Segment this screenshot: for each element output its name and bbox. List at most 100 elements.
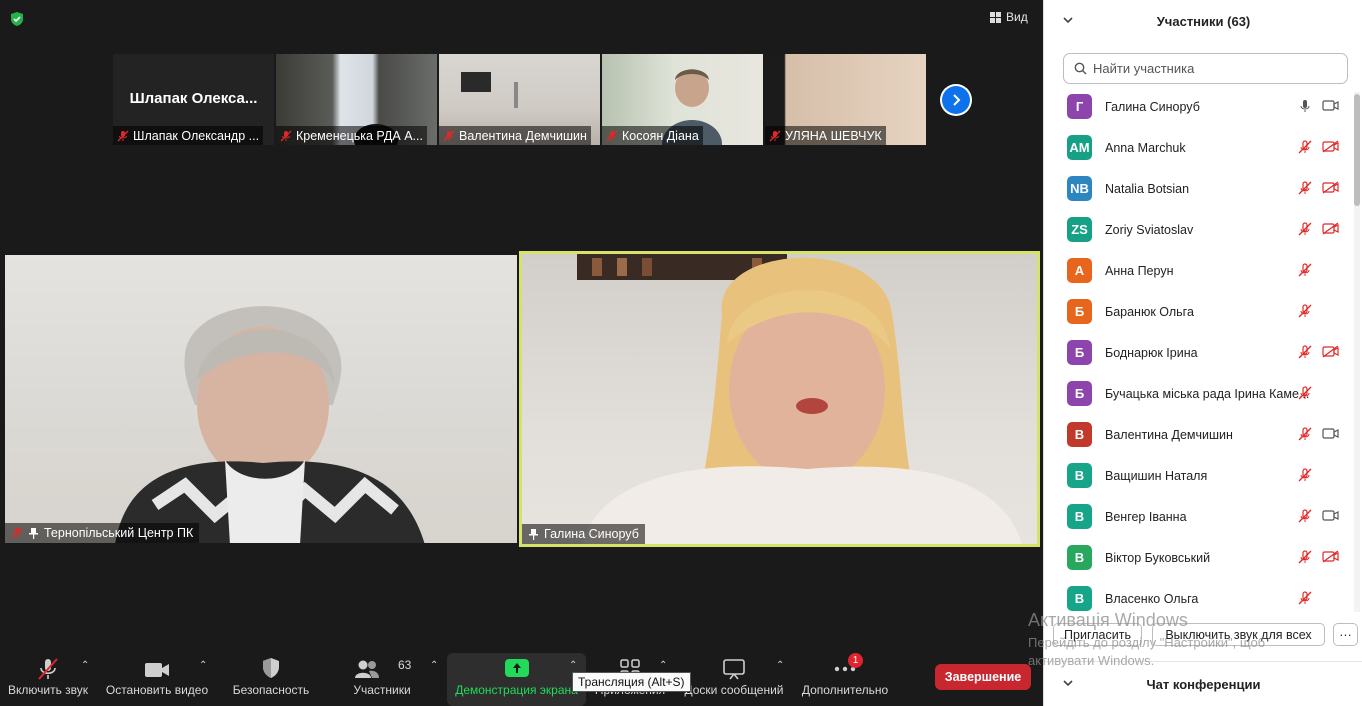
video-camera-icon [1322, 427, 1339, 445]
share-tooltip: Трансляция (Alt+S) [572, 672, 691, 692]
security-label: Безопасность [232, 683, 310, 697]
participant-name: Косоян Діана [622, 128, 699, 143]
participant-name: Анна Перун [1105, 263, 1174, 278]
search-input[interactable] [1093, 61, 1333, 76]
video-off-icon [1322, 222, 1339, 240]
share-options-caret[interactable]: ⌃ [569, 660, 579, 671]
video-name-bar: Галина Синоруб [522, 524, 645, 544]
video-tile-left[interactable]: Тернопільський Центр ПК [5, 255, 517, 543]
participant-search[interactable] [1063, 53, 1348, 84]
chat-panel-title: Чат конференции [1146, 676, 1261, 692]
participants-panel-header: Участники (63) [1044, 0, 1362, 42]
whiteboard-icon [723, 659, 745, 680]
thumbnail-video[interactable]: Кременецька РДА А... [276, 54, 437, 145]
participant-row[interactable]: AM Anna Marchuk [1044, 127, 1352, 168]
video-options-caret[interactable]: ⌃ [199, 660, 209, 671]
view-button[interactable]: Вид [990, 10, 1028, 24]
participant-row[interactable]: В Венгер Іванна [1044, 496, 1352, 537]
avatar: В [1067, 422, 1092, 447]
chevron-down-icon[interactable] [1062, 677, 1074, 689]
muted-mic-icon [1298, 140, 1312, 159]
muted-mic-icon [769, 130, 781, 141]
unmute-label: Включить звук [7, 683, 89, 697]
avatar: Б [1067, 381, 1092, 406]
whiteboards-button[interactable]: Доски сообщений [682, 648, 786, 706]
video-off-icon [1322, 181, 1339, 199]
participant-name: Власенко Ольга [1105, 591, 1199, 606]
more-options-button[interactable]: ··· [1333, 623, 1358, 646]
participant-row[interactable]: В Власенко Ольга [1044, 578, 1352, 613]
end-meeting-button[interactable]: Завершение [935, 664, 1031, 690]
stop-video-button[interactable]: Остановить видео [104, 648, 210, 706]
share-screen-icon [504, 659, 529, 677]
chat-panel-header[interactable]: Чат конференции [1044, 661, 1362, 706]
avatar: В [1067, 586, 1092, 611]
participants-panel: Участники (63) Г Галина Синоруб AM Anna Mar… [1043, 0, 1362, 706]
participant-row[interactable]: В Віктор Буковський [1044, 537, 1352, 578]
thumbnail-name-bar: Шлапак Олександр ... [113, 126, 264, 145]
participant-name: Валентина Демчишин [1105, 427, 1233, 442]
video-name-bar: Тернопільський Центр ПК [5, 523, 200, 543]
invite-button[interactable]: Пригласить [1053, 623, 1142, 646]
encryption-shield-icon[interactable] [9, 11, 25, 27]
participant-silhouette [115, 306, 425, 543]
chevron-right-icon [942, 86, 970, 114]
avatar: В [1067, 545, 1092, 570]
participant-row[interactable]: Б Бучацька міська рада Ірина Каме... [1044, 373, 1352, 414]
thumbnail-video[interactable]: УЛЯНА ШЕВЧУК [765, 54, 926, 145]
participant-row[interactable]: Б Баранюк Ольга [1044, 291, 1352, 332]
stop-video-label: Остановить видео [105, 683, 209, 697]
video-camera-icon [1322, 99, 1339, 117]
participant-row[interactable]: А Анна Перун [1044, 250, 1352, 291]
security-button[interactable]: Безопасность [231, 648, 311, 706]
share-screen-button[interactable]: Демонстрация экрана [447, 648, 586, 706]
chevron-down-icon[interactable] [1062, 14, 1074, 26]
thumbnail-name-bar: Косоян Діана [602, 126, 703, 145]
unmute-button[interactable]: Включить звук [5, 648, 91, 706]
participant-row[interactable]: ZS Zoriy Sviatoslav [1044, 209, 1352, 250]
participant-list-scrollbar[interactable] [1354, 92, 1360, 612]
zoom-window: Вид Шлапак Олекса... Шлапак Олександр ..… [0, 0, 1362, 706]
thumbnail-name-bar: УЛЯНА ШЕВЧУК [765, 126, 886, 145]
muted-mic-icon [606, 130, 618, 141]
participant-row[interactable]: В Валентина Демчишин [1044, 414, 1352, 455]
participants-button[interactable]: 63 Участники [349, 648, 415, 706]
meeting-toolbar: Включить звук ⌃ Остановить видео ⌃ Безоп… [0, 648, 1043, 706]
avatar: AM [1067, 135, 1092, 160]
video-off-icon [1322, 550, 1339, 568]
video-tile-active-speaker[interactable]: Галина Синоруб [519, 251, 1040, 547]
avatar: ZS [1067, 217, 1092, 242]
participant-name: Венгер Іванна [1105, 509, 1187, 524]
participant-name: УЛЯНА ШЕВЧУК [785, 128, 882, 143]
share-screen-label: Демонстрация экрана [455, 683, 578, 697]
thumbnail-video[interactable]: Косоян Діана [602, 54, 763, 145]
apps-options-caret[interactable]: ⌃ [659, 660, 669, 671]
thumbnail-name-bar: Валентина Демчишин [439, 126, 591, 145]
whiteboards-label: Доски сообщений [684, 683, 784, 697]
participant-name: Боднарюк Ірина [1105, 345, 1198, 360]
thumbnail-video[interactable]: Валентина Демчишин [439, 54, 600, 145]
more-button[interactable]: Дополнительно [799, 648, 891, 706]
muted-mic-icon [38, 658, 58, 680]
muted-mic-icon [1298, 222, 1312, 241]
participant-name: Шлапак Олександр ... [133, 128, 260, 143]
next-page-button[interactable] [940, 84, 972, 116]
participant-name: Галина Синоруб [544, 527, 639, 541]
participant-row[interactable]: Г Галина Синоруб [1044, 86, 1352, 127]
whiteboards-options-caret[interactable]: ⌃ [776, 660, 786, 671]
mute-all-button[interactable]: Выключить звук для всех [1152, 623, 1325, 646]
audio-options-caret[interactable]: ⌃ [81, 660, 91, 671]
participant-row[interactable]: NB Natalia Botsian [1044, 168, 1352, 209]
participants-options-caret[interactable]: ⌃ [430, 660, 440, 671]
muted-mic-icon [1298, 427, 1312, 446]
participants-label: Участники [353, 683, 411, 697]
pin-icon [529, 529, 538, 540]
participant-row[interactable]: Б Боднарюк Ірина [1044, 332, 1352, 373]
grid-icon [990, 11, 1001, 23]
thumbnail-video[interactable]: Шлапак Олекса... Шлапак Олександр ... [113, 54, 274, 145]
muted-mic-icon [117, 130, 129, 141]
participant-name: Віктор Буковський [1105, 550, 1211, 565]
participant-row[interactable]: В Ващишин Наталя [1044, 455, 1352, 496]
shield-icon [263, 658, 279, 678]
muted-mic-icon [280, 130, 292, 141]
